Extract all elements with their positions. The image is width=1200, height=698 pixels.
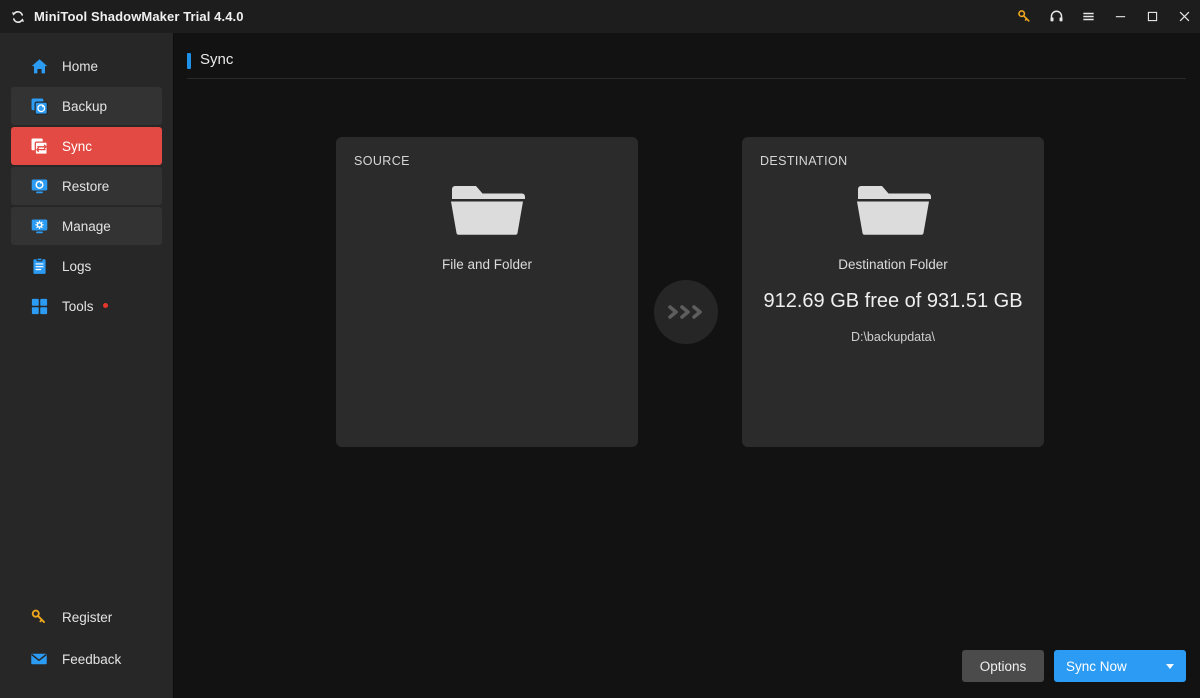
chevrons-right-icon	[654, 280, 718, 344]
sidebar: Home Backup Sync Restore Manage Logs Too…	[0, 33, 174, 698]
sidebar-item-sync[interactable]: Sync	[11, 127, 162, 165]
window-title: MiniTool ShadowMaker Trial 4.4.0	[34, 9, 244, 24]
sync-now-button[interactable]: Sync Now	[1054, 650, 1186, 682]
minimize-icon[interactable]	[1104, 0, 1136, 33]
sidebar-item-backup[interactable]: Backup	[11, 87, 162, 125]
title-bar: MiniTool ShadowMaker Trial 4.4.0	[0, 0, 1200, 33]
home-icon	[29, 56, 49, 76]
destination-card-inner: Destination Folder 912.69 GB free of 931…	[742, 177, 1044, 344]
options-button[interactable]: Options	[962, 650, 1044, 682]
key-icon	[29, 607, 49, 627]
logs-icon	[29, 256, 49, 276]
sidebar-item-register[interactable]: Register	[11, 598, 162, 636]
backup-icon	[29, 96, 49, 116]
sidebar-item-label: Tools	[62, 298, 94, 314]
sidebar-item-label: Logs	[62, 258, 92, 274]
source-card-label: File and Folder	[441, 257, 533, 272]
app-window: MiniTool ShadowMaker Trial 4.4.0 Home Ba…	[0, 0, 1200, 698]
sync-stage: SOURCE File and Folder DESTINATION Desti…	[174, 79, 1200, 698]
key-icon[interactable]	[1008, 0, 1040, 33]
sidebar-item-label: Home	[62, 58, 99, 74]
sidebar-item-label: Backup	[62, 98, 108, 114]
destination-path: D:\backupdata\	[850, 330, 936, 344]
sync-icon	[29, 136, 49, 156]
sidebar-item-label: Manage	[62, 218, 111, 234]
sidebar-item-tools[interactable]: Tools	[11, 287, 162, 325]
action-bar: Options Sync Now	[962, 650, 1186, 682]
destination-card-label: Destination Folder	[838, 257, 948, 272]
chevron-down-icon[interactable]	[1166, 663, 1174, 669]
page-title-accent-bar	[187, 53, 191, 69]
folder-icon	[445, 177, 529, 243]
tools-icon	[29, 296, 49, 316]
tools-new-badge	[102, 303, 108, 308]
restore-icon	[29, 176, 49, 196]
sidebar-item-label: Restore	[62, 178, 110, 194]
window-body: Home Backup Sync Restore Manage Logs Too…	[0, 33, 1200, 698]
sidebar-item-home[interactable]: Home	[11, 47, 162, 85]
close-icon[interactable]	[1168, 0, 1200, 33]
page-title: Sync	[200, 51, 234, 68]
envelope-icon	[29, 649, 49, 669]
destination-card[interactable]: DESTINATION Destination Folder 912.69 GB…	[742, 137, 1044, 447]
destination-capacity: 912.69 GB free of 931.51 GB	[763, 290, 1023, 312]
source-card-inner: File and Folder	[336, 177, 638, 272]
sidebar-item-label: Feedback	[62, 651, 122, 667]
sidebar-secondary-nav: Register Feedback	[0, 598, 173, 698]
window-controls	[1008, 0, 1200, 33]
sidebar-item-logs[interactable]: Logs	[11, 247, 162, 285]
sidebar-item-restore[interactable]: Restore	[11, 167, 162, 205]
folder-icon	[851, 177, 935, 243]
sync-now-button-label: Sync Now	[1066, 658, 1127, 674]
headset-icon[interactable]	[1040, 0, 1072, 33]
sidebar-item-feedback[interactable]: Feedback	[11, 640, 162, 678]
page-header: Sync	[174, 33, 1200, 78]
source-card[interactable]: SOURCE File and Folder	[336, 137, 638, 447]
sync-logo-icon	[9, 8, 27, 26]
maximize-icon[interactable]	[1136, 0, 1168, 33]
source-card-kicker: SOURCE	[354, 154, 410, 168]
destination-card-kicker: DESTINATION	[760, 154, 848, 168]
sidebar-item-label: Sync	[62, 138, 93, 154]
main-content: Sync SOURCE File and Folder DESTINATION …	[174, 33, 1200, 698]
sidebar-item-label: Register	[62, 609, 113, 625]
manage-icon	[29, 216, 49, 236]
sidebar-item-manage[interactable]: Manage	[11, 207, 162, 245]
sidebar-primary-nav: Home Backup Sync Restore Manage Logs Too…	[0, 47, 173, 325]
hamburger-icon[interactable]	[1072, 0, 1104, 33]
